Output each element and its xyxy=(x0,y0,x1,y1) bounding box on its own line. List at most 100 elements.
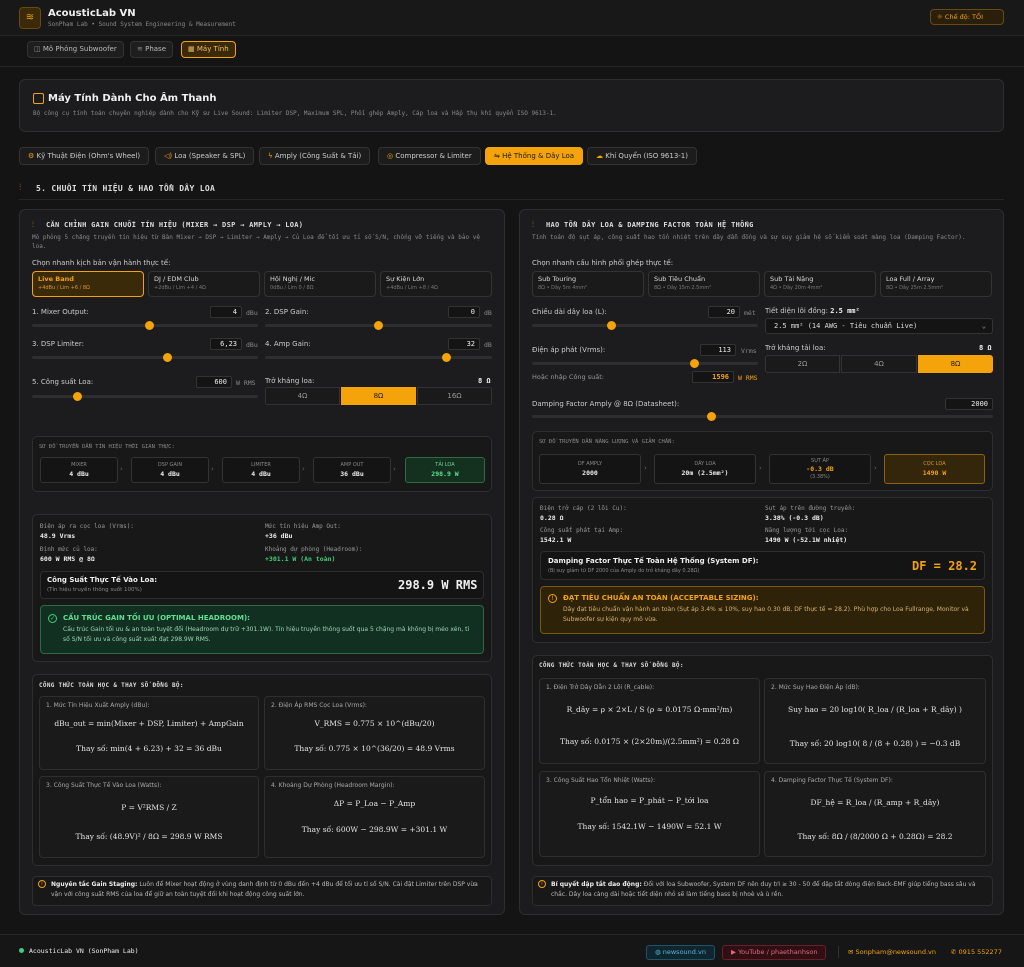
node-value: 298.9 W xyxy=(431,470,459,478)
slider-knob[interactable] xyxy=(72,392,82,401)
impedance-2[interactable]: 2Ω xyxy=(765,355,840,373)
node-value: 2000 xyxy=(582,469,598,477)
voltage-label: Điện áp phát (Vrms): xyxy=(532,346,606,354)
hero-desc: Bộ công cụ tính toán chuyên nghiệp dành … xyxy=(33,110,557,117)
info-icon: i xyxy=(538,880,546,888)
preset-sub: +4dBu / Lim +8 / 4Ω xyxy=(386,285,438,291)
node-name: DÂY LOA xyxy=(694,461,716,467)
impedance-4[interactable]: 4Ω xyxy=(265,387,340,405)
amp-df-label: Damping Factor Amply @ 8Ω (Datasheet): xyxy=(532,400,680,408)
preset-sub-heavy[interactable]: Sub Tải Nặng 4Ω • Dây 20m 4mm² xyxy=(764,271,876,297)
voltage-slider[interactable] xyxy=(532,359,758,368)
category-amply[interactable]: ϟ Amply (Công Suất & Tải) xyxy=(259,147,371,165)
dsp-gain-input[interactable]: 0 xyxy=(448,306,480,318)
top-bar xyxy=(0,0,1024,36)
warning-text: Dây đạt tiêu chuẩn vận hành an toàn (Sụt… xyxy=(563,606,969,623)
youtube-link[interactable]: ▶ YouTube / phaethanhson xyxy=(722,945,827,960)
arrow-right-icon: › xyxy=(393,465,396,473)
flow-node-df-amp: DF AMPLY 2000 xyxy=(539,454,641,484)
impedance-4[interactable]: 4Ω xyxy=(841,355,917,373)
formula-heading: 2. Điện Áp RMS Cọc Loa (Vrms): xyxy=(271,702,367,709)
dsp-limiter-slider[interactable] xyxy=(32,353,258,362)
website-link[interactable]: ◍ newsound.vn xyxy=(646,945,715,960)
formula-card: 2. Mức Suy Hao Điện Áp (dB): Suy hao = 20… xyxy=(764,678,986,764)
preset-title: Live Band xyxy=(38,275,74,283)
impedance-16[interactable]: 16Ω xyxy=(417,387,492,405)
formula-card: 2. Điện Áp RMS Cọc Loa (Vrms): V_RMS = 0.… xyxy=(264,696,485,770)
slider-knob[interactable] xyxy=(145,321,155,330)
real-power-sub: (Tín hiệu truyền thông suốt 100%) xyxy=(47,587,142,593)
preset-live-band[interactable]: Live Band +4dBu / Lim +6 / 8Ω xyxy=(32,271,144,297)
stat-label: Sụt áp trên đường truyền: xyxy=(765,505,856,512)
node-value: 4 dBu xyxy=(251,470,271,478)
slider-knob[interactable] xyxy=(374,321,383,330)
power-input[interactable]: 1596 xyxy=(692,371,734,383)
preset-dj-club[interactable]: DJ / EDM Club +2dBu / Lim +4 / 4Ω xyxy=(148,271,260,297)
category-atmosphere[interactable]: ☁ Khí Quyển (ISO 9613-1) xyxy=(587,147,697,165)
app-title: AcousticLab VN xyxy=(48,8,136,19)
category-speaker[interactable]: ◁) Loa (Speaker & SPL) xyxy=(155,147,255,165)
impedance-8[interactable]: 8Ω xyxy=(918,355,993,373)
mixer-output-input[interactable]: 4 xyxy=(210,306,242,318)
speaker-power-slider[interactable] xyxy=(32,392,258,401)
tab-calculator[interactable]: ▦ Máy Tính xyxy=(181,41,236,58)
category-label: Kỹ Thuật Điện (Ohm's Wheel) xyxy=(36,152,141,160)
flow-node-cable: DÂY LOA 20m (2.5mm²) xyxy=(654,454,756,484)
preset-sub-touring[interactable]: Sub Touring 8Ω • Dây 5m 4mm² xyxy=(532,271,644,297)
node-value: -0.3 dB xyxy=(806,465,834,473)
load-impedance-value: 8 Ω xyxy=(979,344,992,352)
tab-subwoofer-sim[interactable]: ◫ Mô Phỏng Subwoofer xyxy=(27,41,124,58)
cable-length-input[interactable]: 20 xyxy=(708,306,740,318)
system-df-sub: (Bị suy giảm từ DF 2000 của Amply do trở… xyxy=(548,568,700,574)
amp-gain-slider[interactable] xyxy=(265,353,492,362)
formula-heading: 3. Công Suất Hao Tổn Nhiệt (Watts): xyxy=(546,777,656,784)
real-power-value: 298.9 W RMS xyxy=(398,578,478,592)
tab-label: Phase xyxy=(145,45,167,53)
formula-heading: 4. Khoảng Dự Phòng (Headroom Margin): xyxy=(271,782,395,789)
voltage-input[interactable]: 113 xyxy=(700,344,736,356)
preset-title: Sub Tiêu Chuẩn xyxy=(654,275,706,283)
dsp-gain-label: 2. DSP Gain: xyxy=(265,308,309,316)
cable-length-slider[interactable] xyxy=(532,321,758,330)
stat-label: Công suất phát tại Amp: xyxy=(540,527,624,534)
node-value: 36 dBu xyxy=(340,470,364,478)
hero-title: Máy Tính Dành Cho Âm Thanh xyxy=(48,93,217,104)
speaker-icon: ◫ xyxy=(34,45,41,53)
preset-conference[interactable]: Hội Nghị / Mic 0dBu / Lim 0 / 8Ω xyxy=(264,271,376,297)
preset-sub-standard[interactable]: Sub Tiêu Chuẩn 8Ω • Dây 15m 2.5mm² xyxy=(648,271,760,297)
email-link[interactable]: ✉ Sonpham@newsound.vn xyxy=(848,948,936,956)
cross-section-select[interactable]: 2.5 mm² (14 AWG - Tiêu chuẩn Live) ⌄ xyxy=(765,318,993,334)
flow-title: SƠ ĐỒ TRUYỀN DẪN NĂNG LƯỢNG VÀ GIẢM CHẤN… xyxy=(539,439,675,445)
panel-title: CĂN CHỈNH GAIN CHUỖI TÍN HIỆU (MIXER → D… xyxy=(46,221,304,229)
amp-df-slider[interactable] xyxy=(532,412,993,421)
formula-expr: R_dây = ρ × 2×L / S (ρ ≈ 0.0175 Ω·mm²/m) xyxy=(566,705,733,714)
impedance-8[interactable]: 8Ω xyxy=(341,387,416,405)
cross-section-label: Tiết diện lõi đồng: 2.5 mm² xyxy=(765,307,860,315)
dsp-gain-slider[interactable] xyxy=(265,321,492,330)
cloud-icon: ☁ xyxy=(596,152,603,160)
category-compressor[interactable]: ◎ Compressor & Limiter xyxy=(378,147,481,165)
formula-sub: Thay số: 600W − 298.9W = +301.1 W xyxy=(301,825,448,834)
flow-node-load: TẢI LOA 298.9 W xyxy=(405,457,485,483)
category-electrical[interactable]: ⚙ Kỹ Thuật Điện (Ohm's Wheel) xyxy=(19,147,150,165)
mixer-output-slider[interactable] xyxy=(32,321,258,330)
dsp-limiter-input[interactable]: 6,23 xyxy=(210,338,242,350)
arrow-right-icon: › xyxy=(120,465,123,473)
amp-df-input[interactable]: 2000 xyxy=(945,398,993,410)
category-system[interactable]: ⇋ Hệ Thống & Dây Loa xyxy=(485,147,584,165)
slider-knob[interactable] xyxy=(606,321,616,330)
phone-link[interactable]: ✆ 0915 552277 xyxy=(951,948,1002,956)
tab-label: Mô Phỏng Subwoofer xyxy=(42,45,117,53)
preset-big-event[interactable]: Sự Kiện Lớn +4dBu / Lim +8 / 4Ω xyxy=(380,271,492,297)
sliders-icon: ⫶ xyxy=(19,183,22,193)
power-input-label: Hoặc nhập Công suất: xyxy=(532,373,604,381)
sun-icon: ☼ xyxy=(937,13,943,21)
theme-toggle-button[interactable]: ☼ Chế độ: TỐI xyxy=(930,9,1004,25)
cable-length-label: Chiều dài dây loa (L): xyxy=(532,308,607,316)
tab-phase[interactable]: ≋ Phase xyxy=(130,41,174,58)
preset-full-array[interactable]: Loa Full / Array 8Ω • Dây 25m 2.5mm² xyxy=(880,271,992,297)
theme-label: Chế độ: TỐI xyxy=(944,13,983,21)
amp-gain-input[interactable]: 32 xyxy=(448,338,480,350)
unit: W RMS xyxy=(236,379,256,387)
speaker-power-input[interactable]: 600 xyxy=(196,376,232,388)
